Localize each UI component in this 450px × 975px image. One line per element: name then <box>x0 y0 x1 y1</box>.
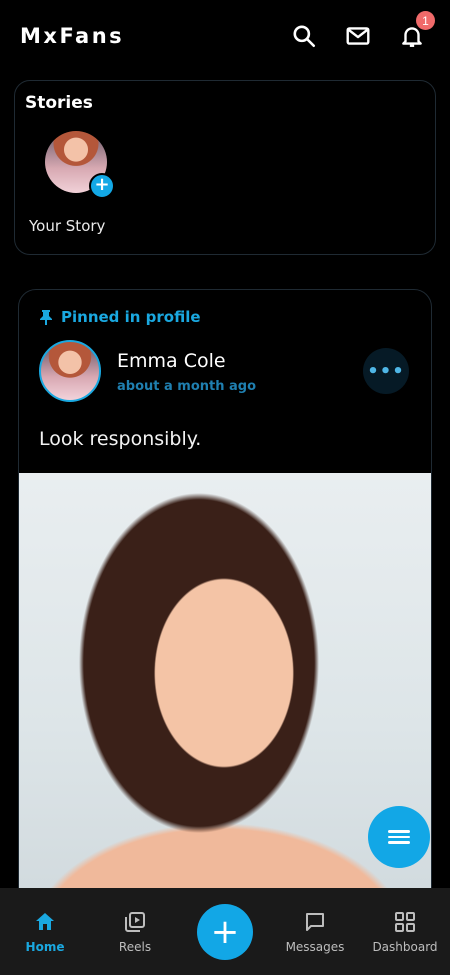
header-actions: 1 <box>290 11 435 50</box>
bottom-navigation: Home Reels + Messages Dashboard <box>0 888 450 975</box>
nav-item-dashboard[interactable]: Dashboard <box>361 910 449 954</box>
app-title: MxFans <box>20 24 125 48</box>
post-text: Look responsibly. <box>39 428 202 450</box>
nav-label-messages: Messages <box>285 939 345 954</box>
menu-fab-button[interactable] <box>368 806 430 868</box>
nav-item-home[interactable]: Home <box>1 910 89 954</box>
post-timestamp: about a month ago <box>117 379 257 394</box>
stories-section: Stories + Your Story <box>14 80 436 255</box>
add-icon[interactable]: + <box>197 903 253 960</box>
author-name[interactable]: Emma Cole <box>117 350 226 372</box>
nav-label-home: Home <box>25 939 65 954</box>
nav-item-reels[interactable]: Reels <box>91 910 179 954</box>
reels-icon <box>125 911 145 932</box>
menu-icon <box>388 827 410 847</box>
app-screen: MxFans 1 Stories + Your Story Pinned in … <box>0 0 450 975</box>
pinned-label: Pinned in profile <box>61 308 201 326</box>
home-icon <box>36 912 54 930</box>
mail-icon[interactable] <box>344 22 372 50</box>
more-options-button[interactable]: ••• <box>363 348 409 394</box>
nav-item-messages[interactable]: Messages <box>271 910 359 954</box>
dashboard-icon <box>395 911 415 932</box>
nav-label-dashboard: Dashboard <box>372 939 438 954</box>
nav-item-create[interactable]: + <box>181 903 269 960</box>
bell-icon[interactable]: 1 <box>398 11 435 50</box>
notification-badge: 1 <box>416 11 435 30</box>
add-story-icon[interactable]: + <box>89 173 115 199</box>
nav-label-reels: Reels <box>118 939 152 954</box>
top-app-bar: MxFans 1 <box>0 0 450 72</box>
message-icon <box>306 912 324 931</box>
pinned-indicator: Pinned in profile <box>39 308 201 326</box>
story-label: Your Story <box>29 217 106 235</box>
post-image[interactable] <box>19 473 431 928</box>
avatar[interactable] <box>39 340 101 402</box>
stories-title: Stories <box>25 93 93 113</box>
search-icon[interactable] <box>290 22 318 50</box>
more-horizontal-icon: ••• <box>367 360 405 382</box>
pin-icon <box>40 310 52 325</box>
